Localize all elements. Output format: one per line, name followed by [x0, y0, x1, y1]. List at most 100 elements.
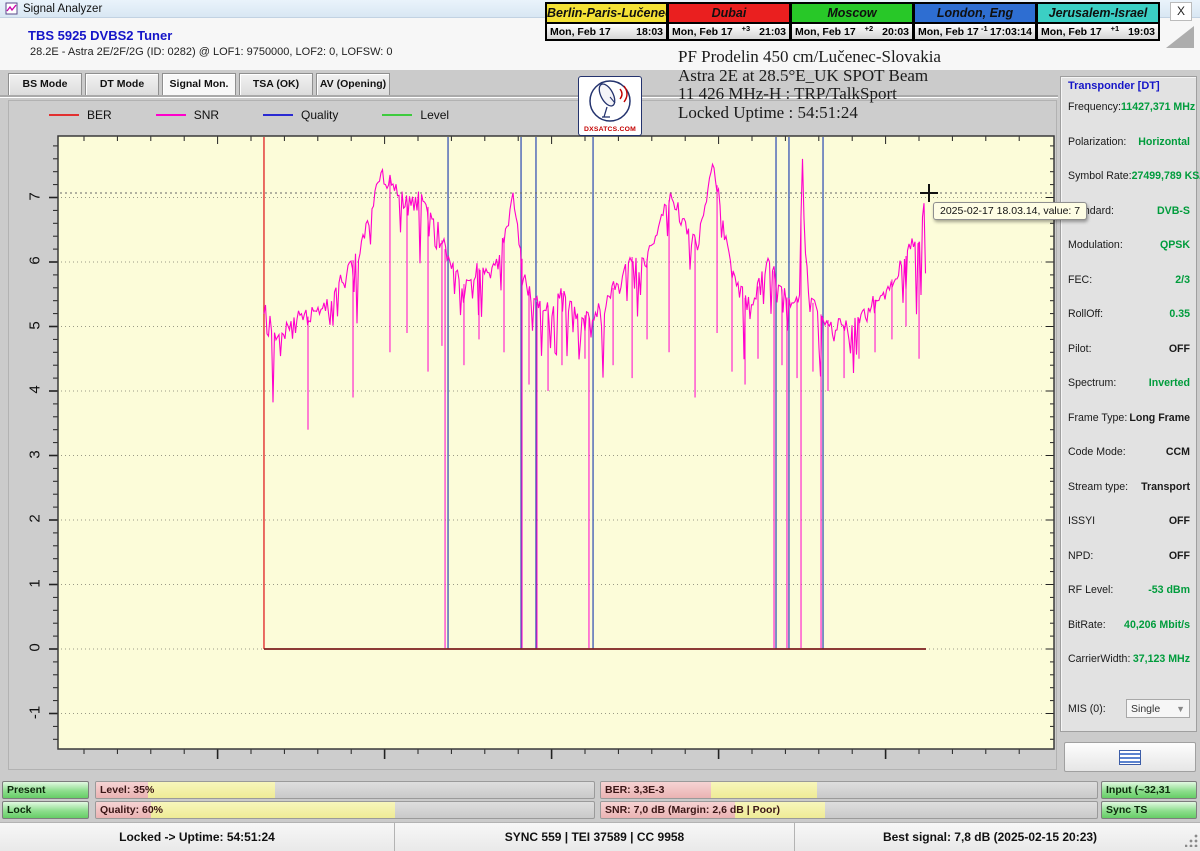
tab-signal-mon[interactable]: Signal Mon. [162, 73, 236, 96]
clock-utc-offset: -1 [979, 24, 990, 33]
status-sync-tei-cc: SYNC 559 | TEI 37589 | CC 9958 [395, 823, 795, 851]
clock-time: 18:03 [636, 26, 663, 38]
chart-tooltip: 2025-02-17 18.03.14, value: 7 [933, 202, 1087, 220]
sync-ts-indicator: Sync TS [1101, 801, 1197, 819]
clock-1: Berlin-Paris-Lučenec Mon, Feb 17 18:03 [545, 2, 668, 41]
ber-bar-label: BER: 3,3E-3 [605, 782, 665, 798]
status-bar: Locked -> Uptime: 54:51:24 SYNC 559 | TE… [0, 822, 1200, 851]
mis-select[interactable]: Single ▼ [1126, 699, 1190, 718]
clock-time: 20:03 [882, 26, 909, 38]
transponder-row: Frequency:11427,371 MHz [1068, 101, 1190, 136]
quality-bar-label: Quality: 60% [100, 802, 163, 818]
clock-date: Mon, Feb 17 [918, 26, 979, 38]
transponder-row: Stream type:Transport [1068, 481, 1190, 516]
resize-grip[interactable] [1185, 834, 1198, 847]
y-axis-label: 5 [27, 315, 44, 335]
clock-utc-offset: +2 [856, 24, 882, 33]
transponder-row: Code Mode:CCM [1068, 446, 1190, 481]
status-best-signal: Best signal: 7,8 dB (2025-02-15 20:23) [795, 823, 1185, 851]
transponder-row: Polarization:Horizontal [1068, 136, 1190, 171]
transponder-row: ISSYIOFF [1068, 515, 1190, 550]
stream-list-icon [1119, 750, 1141, 765]
app-icon [5, 2, 18, 15]
gadget-fold-icon [1166, 26, 1194, 48]
mis-label: MIS (0): [1068, 703, 1106, 715]
y-axis-label: 6 [27, 251, 44, 271]
clock-time: 19:03 [1128, 26, 1155, 38]
y-axis-label: 0 [27, 638, 44, 658]
chevron-down-icon: ▼ [1176, 704, 1185, 714]
transponder-row: BitRate:40,206 Mbit/s [1068, 619, 1190, 654]
mis-row: MIS (0): Single ▼ [1068, 699, 1190, 718]
clock-city: Dubai [669, 4, 789, 24]
clock-3: Moscow Mon, Feb 17+220:03 [791, 2, 914, 41]
snr-bar-label: SNR: 7,0 dB (Margin: 2,6 dB | Poor) [605, 802, 780, 818]
y-axis-label: -1 [27, 702, 44, 722]
y-axis-label: 1 [27, 573, 44, 593]
clock-time: 21:03 [759, 26, 786, 38]
clock-city: London, Eng [915, 4, 1035, 24]
transponder-row: Pilot:OFF [1068, 343, 1190, 378]
snr-bar: SNR: 7,0 dB (Margin: 2,6 dB | Poor) [600, 801, 1098, 819]
clock-date: Mon, Feb 17 [550, 26, 611, 38]
transponder-panel: Transponder [DT] Frequency:11427,371 MHz… [1060, 76, 1197, 732]
clock-city: Moscow [792, 4, 912, 24]
world-clocks: Berlin-Paris-Lučenec Mon, Feb 17 18:03 Duba… [545, 2, 1160, 41]
lock-indicator: Lock [2, 801, 89, 819]
mode-tabs: BS ModeDT ModeSignal Mon.TSA (OK)AV (Ope… [8, 73, 390, 96]
clock-4: London, Eng Mon, Feb 17-117:03:14 [914, 2, 1037, 41]
transponder-row: RF Level:-53 dBm [1068, 584, 1190, 619]
tuner-name: TBS 5925 DVBS2 Tuner [28, 28, 172, 43]
clock-date: Mon, Feb 17 [672, 26, 733, 38]
transponder-rows: Frequency:11427,371 MHzPolarization:Hori… [1068, 101, 1190, 688]
transponder-row: Spectrum:Inverted [1068, 377, 1190, 412]
present-indicator: Present [2, 781, 89, 799]
clock-5: Jerusalem-Israel Mon, Feb 17+119:03 [1037, 2, 1160, 41]
input-indicator: Input (~32,31 Mbps) [1101, 781, 1197, 799]
y-axis-label: 4 [27, 380, 44, 400]
status-uptime: Locked -> Uptime: 54:51:24 [0, 823, 395, 851]
clock-city: Berlin-Paris-Lučenec [547, 4, 666, 24]
caption-line-2: Astra 2E at 28.5°E_UK SPOT Beam [678, 67, 941, 86]
clock-2: Dubai Mon, Feb 17+321:03 [668, 2, 791, 41]
tuner-info: 28.2E - Astra 2E/2F/2G (ID: 0282) @ LOF1… [30, 46, 393, 58]
tab-bs-mode[interactable]: BS Mode [8, 73, 82, 96]
transponder-row: Modulation:QPSK [1068, 239, 1190, 274]
stream-view-button[interactable] [1064, 742, 1196, 772]
level-bar: Level: 35% [95, 781, 595, 799]
transponder-row: Symbol Rate:27499,789 KS/s [1068, 170, 1190, 205]
clock-utc-offset: +1 [1102, 24, 1128, 33]
transponder-row: NPD:OFF [1068, 550, 1190, 585]
clock-utc-offset: +3 [733, 24, 759, 33]
transponder-row: RollOff:0.35 [1068, 308, 1190, 343]
clock-date: Mon, Feb 17 [1041, 26, 1102, 38]
annotation-caption: PF Prodelin 450 cm/Lučenec-Slovakia Astr… [678, 48, 941, 122]
dxsatcs-logo: DXSATCS.COM [578, 76, 642, 136]
transponder-row: Frame Type:Long Frame [1068, 412, 1190, 447]
transponder-panel-title: Transponder [DT] [1068, 80, 1160, 92]
snr-history-chart[interactable] [9, 101, 1056, 769]
tab-av-opening[interactable]: AV (Opening) [316, 73, 390, 96]
signal-chart-panel: BERSNRQualityLevel 2025-02-17 18.03.14, … [8, 100, 1057, 770]
y-axis-label: 7 [27, 186, 44, 206]
tab-tsa-ok[interactable]: TSA (OK) [239, 73, 313, 96]
ber-bar: BER: 3,3E-3 [600, 781, 1098, 799]
quality-bar: Quality: 60% [95, 801, 595, 819]
caption-line-4: Locked Uptime : 54:51:24 [678, 104, 941, 123]
satellite-dish-icon [580, 77, 640, 123]
y-axis-label: 3 [27, 444, 44, 464]
caption-line-1: PF Prodelin 450 cm/Lučenec-Slovakia [678, 48, 941, 67]
level-bar-label: Level: 35% [100, 782, 154, 798]
logo-text: DXSATCS.COM [579, 126, 641, 133]
transponder-row: FEC:2/3 [1068, 274, 1190, 309]
y-axis-label: 2 [27, 509, 44, 529]
clock-time: 17:03:14 [990, 26, 1032, 38]
caption-line-3: 11 426 MHz-H : TRP/TalkSport [678, 85, 941, 104]
mis-selected-value: Single [1131, 703, 1160, 715]
clock-city: Jerusalem-Israel [1038, 4, 1158, 24]
tab-dt-mode[interactable]: DT Mode [85, 73, 159, 96]
window-title: Signal Analyzer [23, 3, 102, 15]
close-icon[interactable]: X [1170, 2, 1192, 21]
clock-date: Mon, Feb 17 [795, 26, 856, 38]
transponder-row: CarrierWidth:37,123 MHz [1068, 653, 1190, 688]
